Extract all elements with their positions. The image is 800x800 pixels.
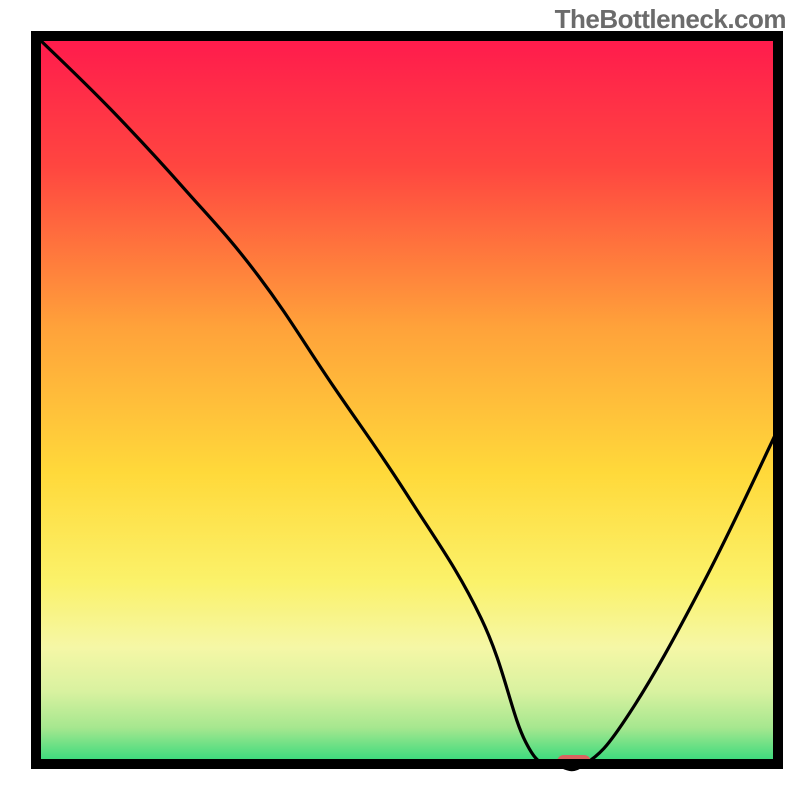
plot-background: [36, 36, 778, 764]
bottleneck-chart: [0, 0, 800, 800]
chart-container: TheBottleneck.com: [0, 0, 800, 800]
